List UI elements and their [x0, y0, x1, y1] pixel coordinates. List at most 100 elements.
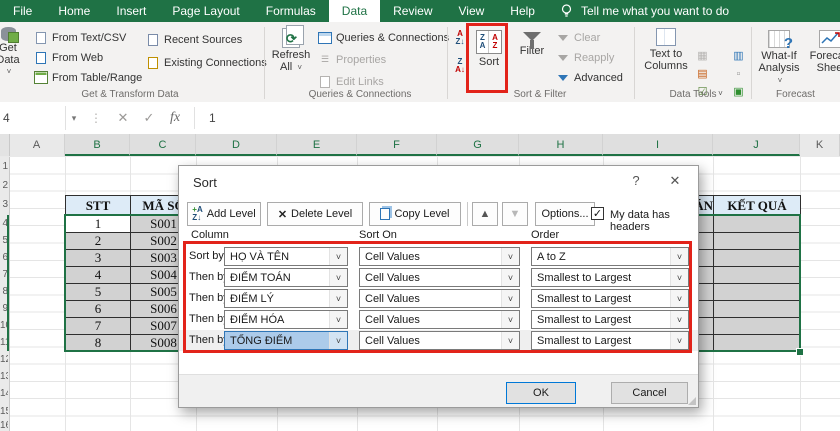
flash-fill-icon[interactable]: ▦: [696, 50, 709, 62]
sort-button[interactable]: ZAAZ Sort: [470, 30, 508, 68]
tab-view[interactable]: View: [446, 0, 498, 22]
cancel-entry-icon[interactable]: ✕: [110, 110, 136, 126]
chevron-down-icon[interactable]: ˅: [501, 248, 519, 265]
dialog-help-button[interactable]: ?: [622, 173, 650, 188]
chevron-down-icon[interactable]: ˅: [329, 248, 347, 265]
move-level-down-button[interactable]: ▼: [502, 202, 528, 226]
cell-stt-1[interactable]: 1: [65, 215, 131, 233]
chevron-down-icon[interactable]: ˅: [670, 311, 688, 328]
chevron-down-icon[interactable]: ˅: [329, 290, 347, 307]
advanced-button[interactable]: Advanced: [556, 70, 623, 85]
fill-handle[interactable]: [796, 348, 804, 356]
column-header-J[interactable]: J: [713, 134, 800, 156]
from-text-csv-button[interactable]: From Text/CSV: [34, 30, 126, 45]
cell-stt-3[interactable]: 3: [65, 249, 131, 267]
tab-data[interactable]: Data: [328, 0, 381, 22]
chevron-down-icon[interactable]: ˅: [329, 269, 347, 286]
column-header-D[interactable]: D: [196, 134, 277, 156]
forecast-sheet-button[interactable]: Forecast Sheet: [806, 30, 840, 74]
chevron-down-icon[interactable]: ˅: [501, 332, 519, 349]
name-box-chevron-icon[interactable]: ▾: [66, 113, 82, 124]
relationships-icon[interactable]: ▫: [732, 68, 745, 80]
resize-grip[interactable]: [688, 397, 696, 405]
add-level-button[interactable]: +A Z↓ Add Level: [187, 202, 261, 226]
queries-connections-button[interactable]: Queries & Connections: [318, 30, 449, 45]
order-select[interactable]: Smallest to Largest ˅: [531, 268, 689, 287]
column-header-F[interactable]: F: [357, 134, 437, 156]
cell-ket-qua[interactable]: [713, 334, 801, 352]
copy-level-button[interactable]: Copy Level: [369, 202, 461, 226]
tab-help[interactable]: Help: [497, 0, 548, 22]
row-header-12[interactable]: 12: [0, 351, 8, 368]
filter-button[interactable]: Filter: [513, 32, 551, 57]
sort-on-select[interactable]: Cell Values ˅: [359, 331, 520, 350]
column-header-K[interactable]: K: [800, 134, 840, 156]
get-data-button[interactable]: Get Data ˅: [0, 27, 30, 78]
chevron-down-icon[interactable]: ˅: [329, 332, 347, 349]
cell-stt-7[interactable]: 7: [65, 317, 131, 335]
tab-page-layout[interactable]: Page Layout: [159, 0, 252, 22]
row-header-15[interactable]: 15: [0, 403, 8, 420]
tab-review[interactable]: Review: [380, 0, 445, 22]
cell-partial[interactable]: [697, 317, 714, 335]
edit-links-button[interactable]: Edit Links: [318, 74, 384, 89]
tab-file[interactable]: File: [0, 0, 45, 22]
my-data-has-headers-checkbox[interactable]: ✓: [591, 207, 604, 220]
refresh-all-button[interactable]: ⟳ Refresh All ˅: [268, 25, 314, 74]
order-select[interactable]: Smallest to Largest ˅: [531, 289, 689, 308]
existing-connections-button[interactable]: Existing Connections: [146, 55, 267, 70]
column-header-H[interactable]: H: [519, 134, 603, 156]
formula-input[interactable]: 1: [201, 111, 216, 125]
properties-button[interactable]: ☰ Properties: [318, 52, 386, 67]
chevron-down-icon[interactable]: ˅: [670, 248, 688, 265]
column-header-A[interactable]: A: [9, 134, 65, 156]
options-button[interactable]: Options...: [535, 202, 595, 226]
formula-bar-handle[interactable]: ⋮: [90, 111, 102, 125]
row-header-13[interactable]: 13: [0, 368, 8, 385]
cell-partial[interactable]: [697, 300, 714, 318]
order-select[interactable]: Smallest to Largest ˅: [531, 331, 689, 350]
cell-ket-qua[interactable]: [713, 317, 801, 335]
cell-ket-qua[interactable]: [713, 249, 801, 267]
row-header-3[interactable]: 3: [0, 195, 8, 215]
name-box[interactable]: 4: [0, 106, 66, 130]
cell-partial[interactable]: [697, 283, 714, 301]
cell-stt-4[interactable]: 4: [65, 266, 131, 284]
order-select[interactable]: A to Z ˅: [531, 247, 689, 266]
sort-z-to-a-button[interactable]: Z A↓: [451, 58, 469, 80]
insert-function-icon[interactable]: fx: [162, 110, 188, 126]
cell-partial[interactable]: [697, 266, 714, 284]
tab-insert[interactable]: Insert: [103, 0, 159, 22]
tab-home[interactable]: Home: [45, 0, 103, 22]
row-header-14[interactable]: 14: [0, 385, 8, 403]
reapply-button[interactable]: Reapply: [556, 50, 614, 65]
cell-partial[interactable]: [697, 215, 714, 233]
cell-stt-6[interactable]: 6: [65, 300, 131, 318]
column-select[interactable]: ĐIỂM LÝ ˅: [224, 289, 348, 308]
cell-partial[interactable]: [697, 334, 714, 352]
sort-a-to-z-button[interactable]: A Z↓: [451, 30, 469, 52]
sort-on-select[interactable]: Cell Values ˅: [359, 268, 520, 287]
cell-ket-qua[interactable]: [713, 300, 801, 318]
dialog-close-button[interactable]: ✕: [661, 173, 689, 189]
chevron-down-icon[interactable]: ˅: [670, 290, 688, 307]
delete-level-button[interactable]: ✕ Delete Level: [267, 202, 363, 226]
row-header-2[interactable]: 2: [0, 176, 8, 195]
column-header-G[interactable]: G: [437, 134, 519, 156]
remove-duplicates-icon[interactable]: ▥: [732, 50, 745, 62]
row-header-1[interactable]: 1: [0, 157, 8, 176]
sort-on-select[interactable]: Cell Values ˅: [359, 289, 520, 308]
chevron-down-icon[interactable]: ˅: [501, 269, 519, 286]
column-header-E[interactable]: E: [277, 134, 357, 156]
column-select[interactable]: ĐIỂM TOÁN ˅: [224, 268, 348, 287]
cancel-button[interactable]: Cancel: [611, 382, 688, 404]
confirm-entry-icon[interactable]: ✓: [136, 110, 162, 126]
chevron-down-icon[interactable]: ˅: [670, 332, 688, 349]
cell-ket-qua[interactable]: [713, 215, 801, 233]
cell-ket-qua[interactable]: [713, 232, 801, 250]
chevron-down-icon[interactable]: ˅: [501, 290, 519, 307]
text-to-columns-button[interactable]: Text to Columns: [641, 28, 691, 72]
chevron-down-icon[interactable]: ˅: [501, 311, 519, 328]
tab-formulas[interactable]: Formulas: [253, 0, 329, 22]
sort-on-select[interactable]: Cell Values ˅: [359, 247, 520, 266]
